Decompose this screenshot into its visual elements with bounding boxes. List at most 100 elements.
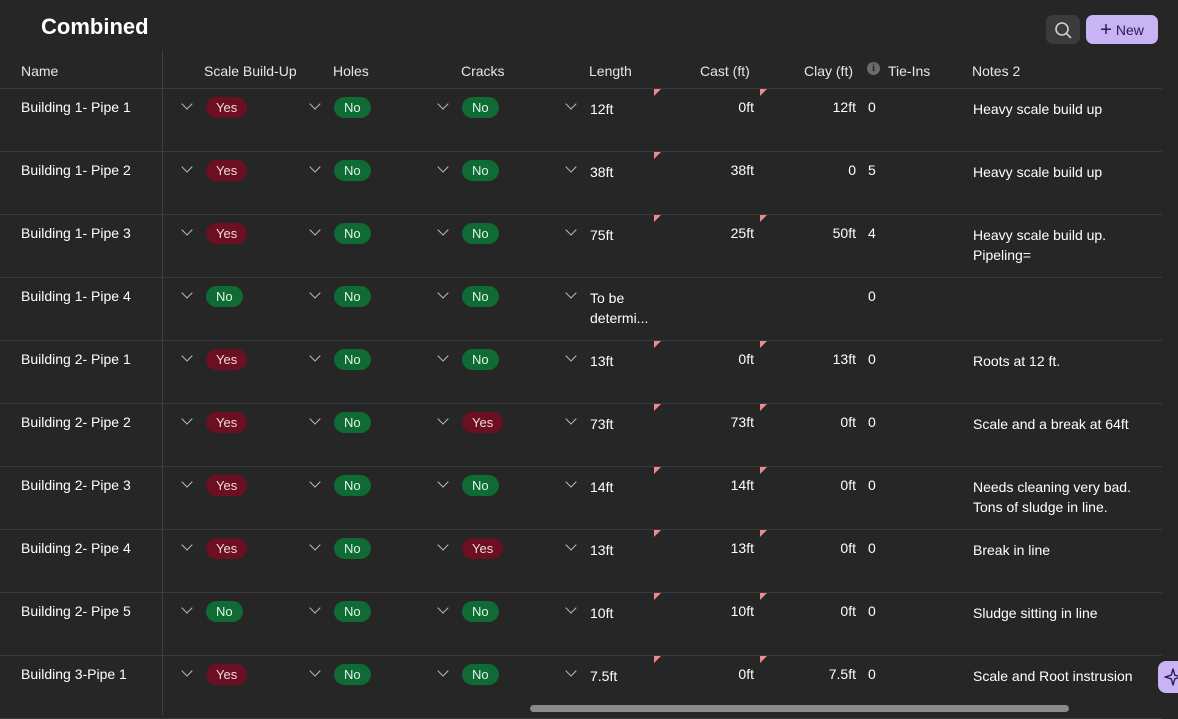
chevron-down-icon[interactable] bbox=[437, 665, 449, 677]
chevron-down-icon[interactable] bbox=[437, 539, 449, 551]
tie-ins-value[interactable]: 0 bbox=[868, 603, 876, 619]
chevron-down-icon[interactable] bbox=[437, 224, 449, 236]
chevron-down-icon[interactable] bbox=[181, 98, 193, 110]
holes-status-pill[interactable]: No bbox=[334, 223, 371, 244]
notes-value[interactable]: Roots at 12 ft. bbox=[973, 351, 1153, 371]
notes-value[interactable]: Break in line bbox=[973, 540, 1153, 560]
clay-value[interactable]: 0 bbox=[780, 162, 856, 178]
scale-status-pill[interactable]: No bbox=[206, 286, 243, 307]
holes-status-pill[interactable]: No bbox=[334, 349, 371, 370]
new-button[interactable]: + New bbox=[1086, 15, 1158, 44]
column-header-cast[interactable]: Cast (ft) bbox=[700, 63, 750, 79]
length-value[interactable]: 38ft bbox=[590, 162, 660, 182]
chevron-down-icon[interactable] bbox=[181, 224, 193, 236]
chevron-down-icon[interactable] bbox=[565, 413, 577, 425]
holes-status-pill[interactable]: No bbox=[334, 475, 371, 496]
info-icon[interactable]: i bbox=[867, 62, 880, 75]
clay-value[interactable]: 0ft bbox=[780, 603, 856, 619]
scale-status-pill[interactable]: Yes bbox=[206, 349, 248, 370]
clay-value[interactable]: 0ft bbox=[780, 540, 856, 556]
cracks-status-pill[interactable]: No bbox=[462, 160, 499, 181]
comment-flag-icon[interactable] bbox=[760, 530, 767, 537]
scale-status-pill[interactable]: Yes bbox=[206, 538, 248, 559]
comment-flag-icon[interactable] bbox=[760, 656, 767, 663]
comment-flag-icon[interactable] bbox=[654, 341, 661, 348]
tie-ins-value[interactable]: 0 bbox=[868, 351, 876, 367]
chevron-down-icon[interactable] bbox=[437, 161, 449, 173]
length-value[interactable]: 7.5ft bbox=[590, 666, 660, 686]
chevron-down-icon[interactable] bbox=[309, 161, 321, 173]
chevron-down-icon[interactable] bbox=[309, 287, 321, 299]
notes-value[interactable]: Sludge sitting in line bbox=[973, 603, 1153, 623]
row-name[interactable]: Building 2- Pipe 1 bbox=[21, 351, 131, 367]
length-value[interactable]: 75ft bbox=[590, 225, 660, 245]
chevron-down-icon[interactable] bbox=[309, 476, 321, 488]
chevron-down-icon[interactable] bbox=[437, 413, 449, 425]
comment-flag-icon[interactable] bbox=[760, 89, 767, 96]
chevron-down-icon[interactable] bbox=[565, 350, 577, 362]
scale-status-pill[interactable]: Yes bbox=[206, 160, 248, 181]
chevron-down-icon[interactable] bbox=[181, 539, 193, 551]
chevron-down-icon[interactable] bbox=[181, 350, 193, 362]
length-value[interactable]: 73ft bbox=[590, 414, 660, 434]
chevron-down-icon[interactable] bbox=[565, 224, 577, 236]
notes-value[interactable]: Heavy scale build up. Pipeling= bbox=[973, 225, 1153, 265]
chevron-down-icon[interactable] bbox=[437, 98, 449, 110]
length-value[interactable]: 13ft bbox=[590, 351, 660, 371]
chevron-down-icon[interactable] bbox=[565, 161, 577, 173]
ai-assistant-button[interactable] bbox=[1158, 661, 1178, 693]
cracks-status-pill[interactable]: No bbox=[462, 97, 499, 118]
chevron-down-icon[interactable] bbox=[181, 476, 193, 488]
chevron-down-icon[interactable] bbox=[309, 539, 321, 551]
chevron-down-icon[interactable] bbox=[181, 161, 193, 173]
notes-value[interactable]: Heavy scale build up bbox=[973, 99, 1153, 119]
column-header-clay[interactable]: Clay (ft) bbox=[804, 63, 853, 79]
scale-status-pill[interactable]: Yes bbox=[206, 664, 248, 685]
clay-value[interactable]: 0ft bbox=[780, 414, 856, 430]
scale-status-pill[interactable]: Yes bbox=[206, 223, 248, 244]
tie-ins-value[interactable]: 5 bbox=[868, 162, 876, 178]
horizontal-scrollbar[interactable] bbox=[530, 705, 1069, 712]
cast-value[interactable]: 25ft bbox=[675, 225, 754, 241]
cast-value[interactable]: 73ft bbox=[675, 414, 754, 430]
cracks-status-pill[interactable]: No bbox=[462, 664, 499, 685]
clay-value[interactable]: 12ft bbox=[780, 99, 856, 115]
row-name[interactable]: Building 2- Pipe 3 bbox=[21, 477, 131, 493]
cast-value[interactable]: 0ft bbox=[675, 99, 754, 115]
tie-ins-value[interactable]: 4 bbox=[868, 225, 876, 241]
tie-ins-value[interactable]: 0 bbox=[868, 99, 876, 115]
chevron-down-icon[interactable] bbox=[565, 476, 577, 488]
table-row[interactable]: Building 2- Pipe 5 No No No 10ft 10ft 0ft 0 Slud… bbox=[0, 593, 1162, 656]
chevron-down-icon[interactable] bbox=[181, 602, 193, 614]
cracks-status-pill[interactable]: No bbox=[462, 349, 499, 370]
chevron-down-icon[interactable] bbox=[181, 287, 193, 299]
chevron-down-icon[interactable] bbox=[309, 350, 321, 362]
holes-status-pill[interactable]: No bbox=[334, 538, 371, 559]
comment-flag-icon[interactable] bbox=[654, 530, 661, 537]
notes-value[interactable]: Needs cleaning very bad. Tons of sludge … bbox=[973, 477, 1153, 517]
row-name[interactable]: Building 1- Pipe 4 bbox=[21, 288, 131, 304]
clay-value[interactable]: 0ft bbox=[780, 477, 856, 493]
chevron-down-icon[interactable] bbox=[437, 350, 449, 362]
chevron-down-icon[interactable] bbox=[565, 539, 577, 551]
chevron-down-icon[interactable] bbox=[565, 98, 577, 110]
chevron-down-icon[interactable] bbox=[309, 665, 321, 677]
cast-value[interactable]: 10ft bbox=[675, 603, 754, 619]
notes-value[interactable]: Scale and Root instrusion bbox=[973, 666, 1153, 686]
clay-value[interactable]: 13ft bbox=[780, 351, 856, 367]
tie-ins-value[interactable]: 0 bbox=[868, 540, 876, 556]
cast-value[interactable]: 38ft bbox=[675, 162, 754, 178]
cracks-status-pill[interactable]: No bbox=[462, 601, 499, 622]
column-header-holes[interactable]: Holes bbox=[333, 63, 369, 79]
comment-flag-icon[interactable] bbox=[760, 215, 767, 222]
chevron-down-icon[interactable] bbox=[437, 287, 449, 299]
row-name[interactable]: Building 2- Pipe 4 bbox=[21, 540, 131, 556]
notes-value[interactable]: Heavy scale build up bbox=[973, 162, 1153, 182]
chevron-down-icon[interactable] bbox=[181, 413, 193, 425]
table-row[interactable]: Building 2- Pipe 3 Yes No No 14ft 14ft 0ft 0 Nee… bbox=[0, 467, 1162, 530]
comment-flag-icon[interactable] bbox=[760, 341, 767, 348]
cast-value[interactable]: 0ft bbox=[675, 351, 754, 367]
table-row[interactable]: Building 2- Pipe 1 Yes No No 13ft 0ft 13ft 0 Roo… bbox=[0, 341, 1162, 404]
column-header-length[interactable]: Length bbox=[589, 63, 632, 79]
chevron-down-icon[interactable] bbox=[437, 476, 449, 488]
